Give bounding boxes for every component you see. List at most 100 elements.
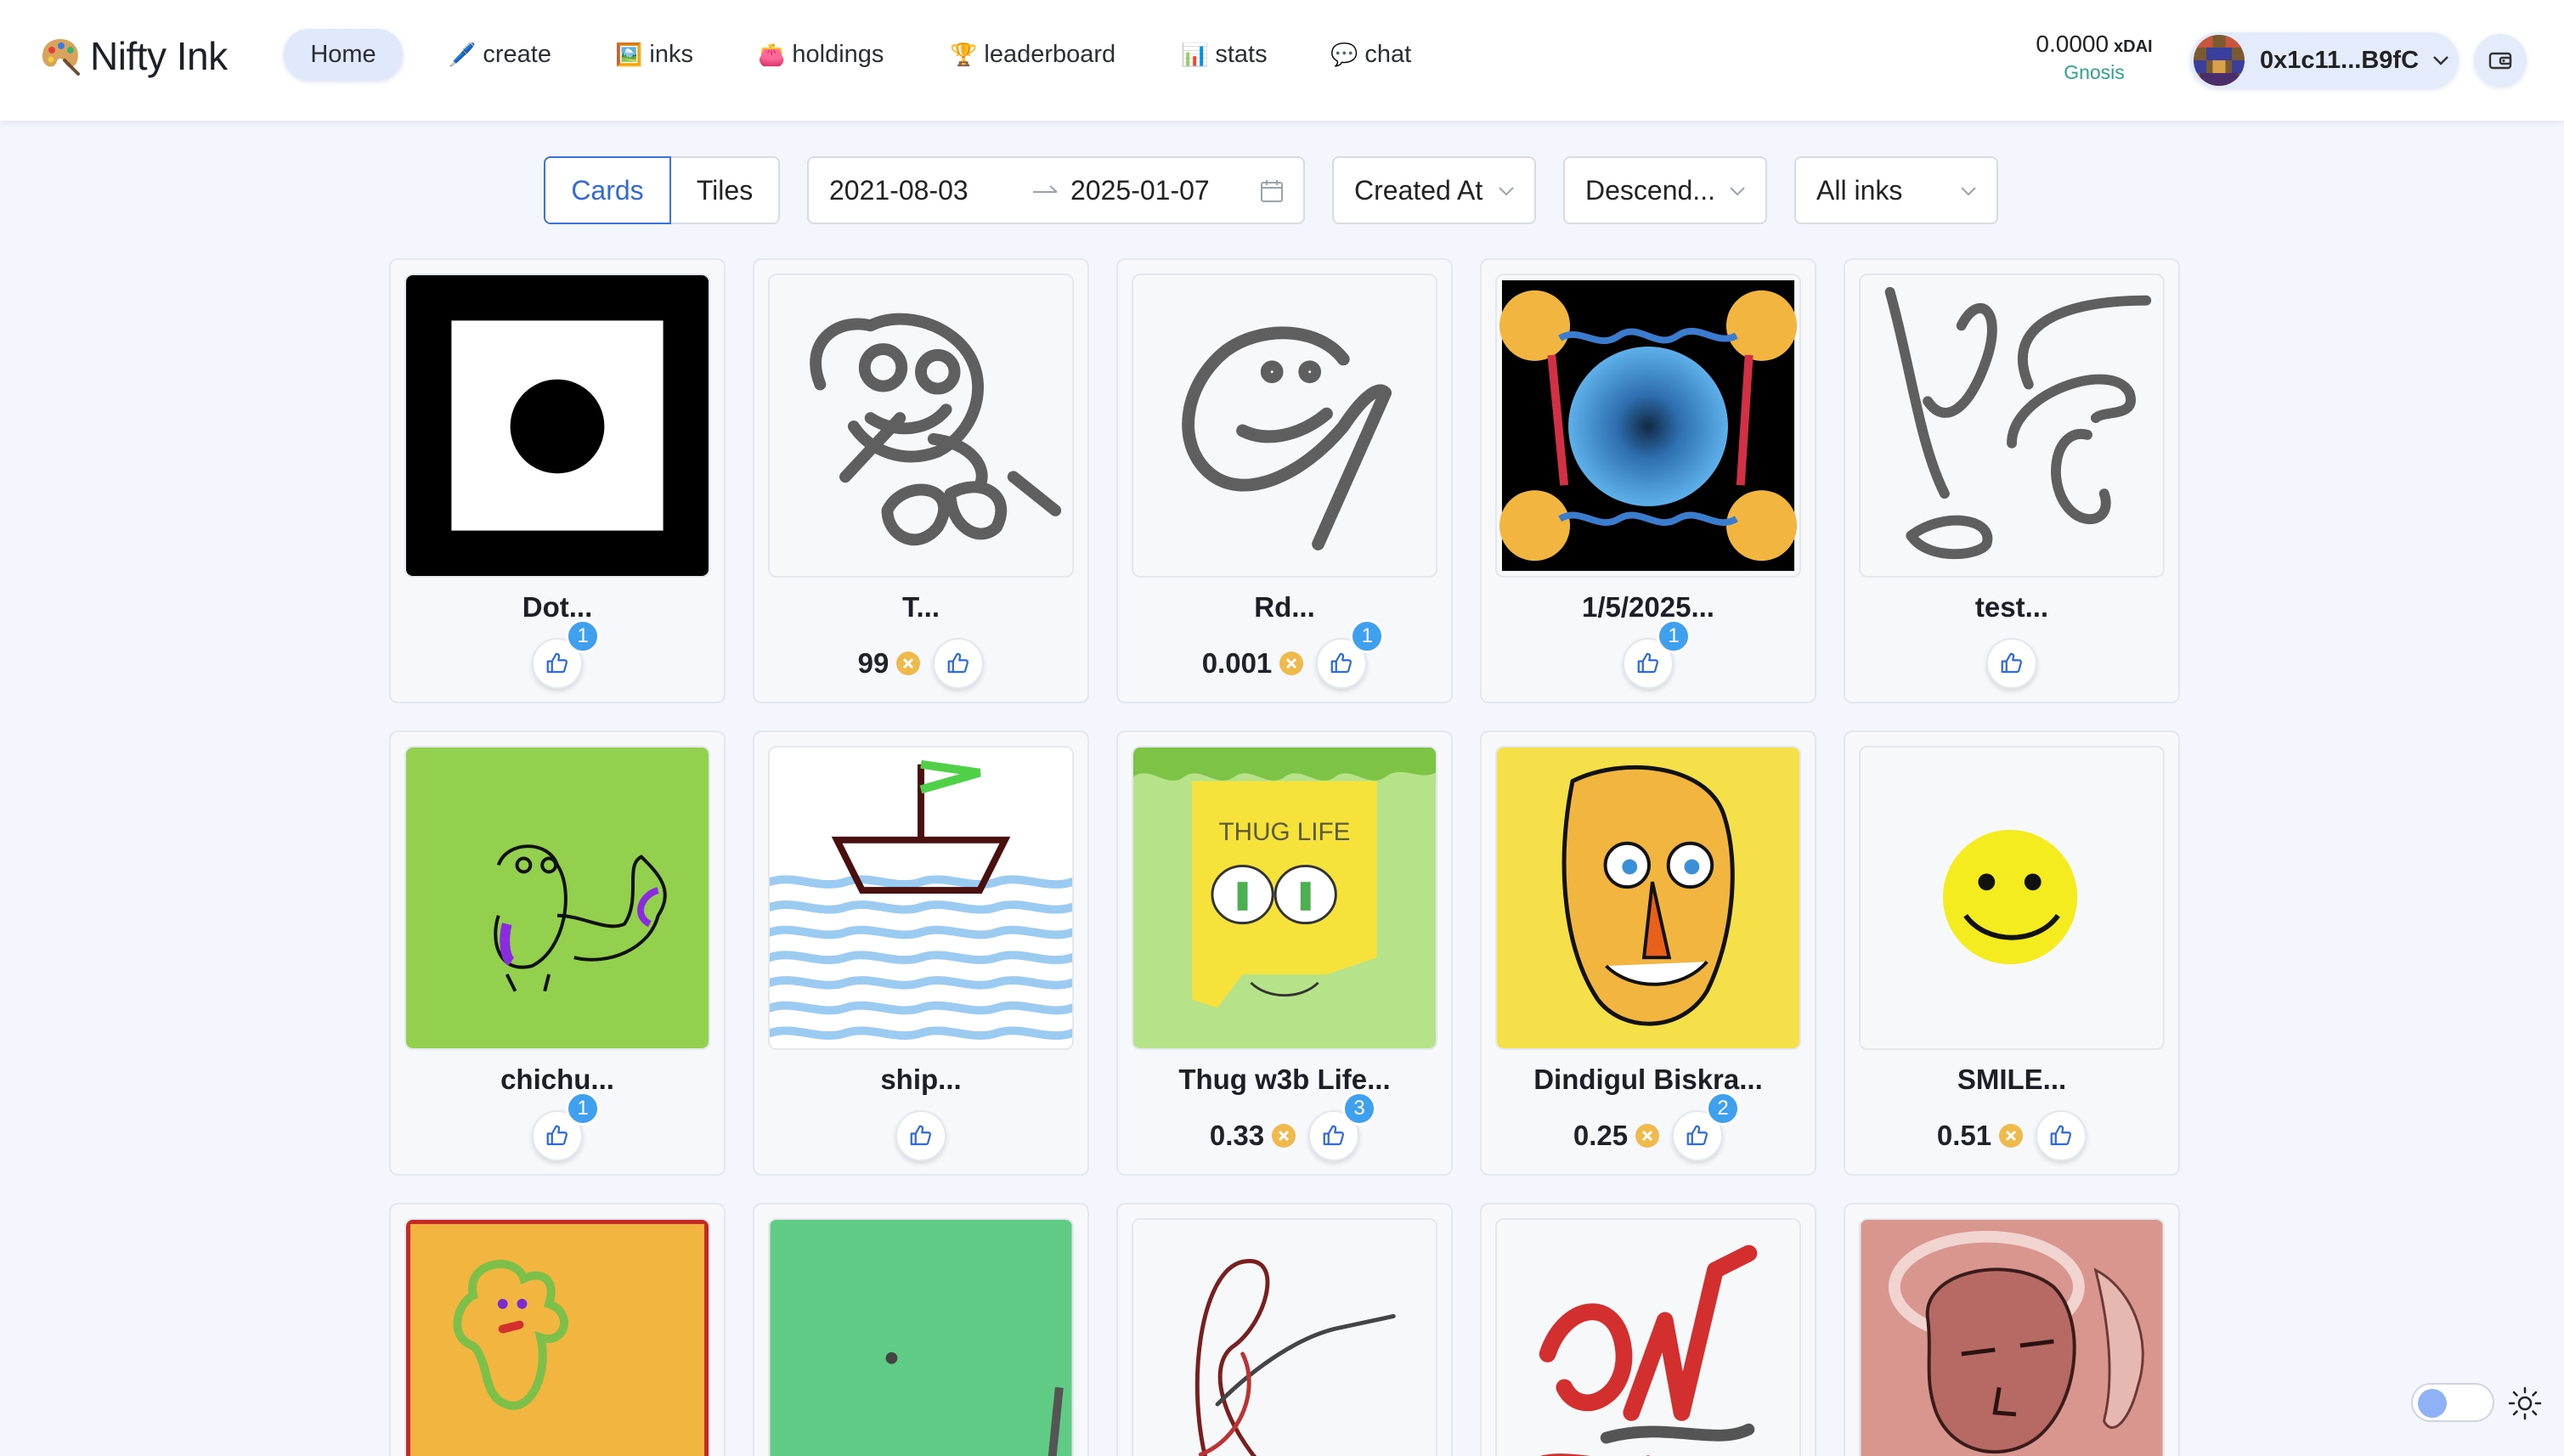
like-button[interactable] (933, 638, 985, 689)
ink-meta: 99 (754, 634, 1087, 693)
network-name: Gnosis (2064, 61, 2125, 83)
like-button[interactable]: 1 (532, 1092, 600, 1161)
nav-create-label: create (483, 40, 551, 68)
ink-card[interactable]: SMILE... 0.51 (1844, 731, 2180, 1176)
app-logo[interactable]: Nifty Ink (39, 31, 228, 82)
nav-leaderboard[interactable]: 🏆 leaderboard (940, 29, 1126, 80)
nav-stats[interactable]: 📊 stats (1171, 29, 1278, 80)
ink-title[interactable]: Thug w3b Life... (1118, 1064, 1451, 1096)
ink-thumbnail[interactable] (1859, 746, 2165, 1050)
chevron-down-icon (2433, 56, 2448, 65)
like-button[interactable]: 1 (1623, 619, 1691, 689)
nav-chat-label: chat (1364, 40, 1412, 68)
top-navbar: Nifty Ink Home 🖊️ create 🖼️ inks 👛 holdi… (0, 0, 2564, 121)
theme-toggle[interactable] (2411, 1383, 2494, 1422)
like-button[interactable]: 3 (1308, 1092, 1377, 1161)
ink-meta: 1 (1482, 619, 1815, 693)
ink-card[interactable]: ship... (753, 731, 1089, 1176)
date-range-picker[interactable]: 2021-08-03 2025-01-07 (807, 156, 1305, 224)
like-button[interactable]: 1 (532, 619, 600, 689)
ink-card[interactable]: THUG LIFE Thug w3b Life... 0.33 3 (1116, 731, 1453, 1176)
sun-icon[interactable] (2506, 1385, 2544, 1422)
ink-title[interactable]: T... (754, 591, 1087, 624)
ink-card[interactable]: test... (1844, 258, 2180, 703)
ink-title[interactable]: Dot... (391, 591, 724, 624)
ink-thumbnail[interactable] (768, 1218, 1074, 1456)
like-button[interactable] (895, 1110, 946, 1161)
like-button[interactable] (1986, 638, 2037, 689)
ink-price: 0.25 (1573, 1120, 1667, 1152)
order-select[interactable]: Descend... (1563, 156, 1767, 224)
ink-thumbnail[interactable] (404, 274, 710, 578)
price-value: 0.33 (1209, 1120, 1265, 1151)
ink-card[interactable] (1844, 1203, 2180, 1456)
like-button[interactable]: 1 (1316, 619, 1385, 689)
nav-holdings[interactable]: 👛 holdings (748, 29, 894, 80)
ink-card[interactable]: Dindigul Biskra... 0.25 2 (1480, 731, 1816, 1176)
balance-amount: 0.0000 (2036, 31, 2109, 57)
nav-inks[interactable]: 🖼️ inks (605, 29, 703, 80)
ink-title[interactable]: test... (1845, 591, 2178, 624)
chevron-down-icon (1961, 187, 1976, 196)
ink-thumbnail[interactable] (1495, 1218, 1801, 1456)
account-address: 0x1c11...B9fC (2260, 46, 2420, 74)
nav-leaderboard-label: leaderboard (984, 40, 1116, 68)
picture-icon: 🖼️ (615, 41, 643, 67)
like-count-badge: 1 (566, 1092, 600, 1126)
nav-create[interactable]: 🖊️ create (438, 29, 562, 80)
ink-card[interactable] (1116, 1203, 1453, 1456)
account-button[interactable]: 0x1c11...B9fC (2190, 32, 2459, 88)
sort-by-select[interactable]: Created At (1332, 156, 1536, 224)
ink-title[interactable]: 1/5/2025... (1482, 591, 1815, 624)
ink-thumbnail[interactable] (1495, 274, 1801, 578)
like-button[interactable]: 2 (1672, 1092, 1741, 1161)
nav-inks-label: inks (649, 40, 693, 68)
view-cards-option[interactable]: Cards (544, 156, 671, 224)
price-value: 0.001 (1201, 647, 1273, 679)
date-to[interactable]: 2025-01-07 (1070, 175, 1210, 206)
pen-icon: 🖊️ (449, 41, 477, 67)
ink-title[interactable]: chichu... (391, 1064, 724, 1096)
price-value: 0.51 (1936, 1120, 1992, 1151)
ink-card[interactable] (389, 1203, 726, 1456)
ink-thumbnail[interactable] (1859, 274, 2165, 578)
ink-thumbnail[interactable] (404, 1218, 710, 1456)
ink-thumbnail[interactable] (1132, 274, 1437, 578)
calendar-icon (1261, 180, 1283, 202)
ink-filter-select[interactable]: All inks (1794, 156, 1998, 224)
ink-title[interactable]: ship... (754, 1064, 1087, 1096)
ink-thumbnail[interactable] (768, 746, 1074, 1050)
ink-title[interactable]: Rd... (1118, 591, 1451, 624)
nav-chat[interactable]: 💬 chat (1320, 29, 1421, 80)
chevron-down-icon (1730, 187, 1745, 196)
bar-chart-icon: 📊 (1181, 41, 1209, 67)
ink-thumbnail[interactable] (404, 746, 710, 1050)
thumbs-up-icon (1686, 1125, 1708, 1146)
ink-title[interactable]: Dindigul Biskra... (1482, 1064, 1815, 1096)
xdai-coin-icon (1279, 652, 1304, 675)
balance-currency: xDAI (2114, 37, 2153, 56)
ink-price: 0.51 (1937, 1120, 2030, 1152)
ink-card[interactable] (1480, 1203, 1816, 1456)
nav-home[interactable]: Home (284, 29, 403, 80)
ink-card[interactable]: Dot... 1 (389, 258, 726, 703)
thumbs-up-icon (947, 652, 969, 674)
date-from[interactable]: 2021-08-03 (829, 175, 969, 206)
ink-thumbnail[interactable] (768, 274, 1074, 578)
wallet-button[interactable] (2474, 34, 2527, 87)
ink-thumbnail[interactable] (1859, 1218, 2165, 1456)
ink-card[interactable]: 1/5/2025... 1 (1480, 258, 1816, 703)
ink-card[interactable]: chichu... 1 (389, 731, 726, 1176)
ink-thumbnail[interactable] (1132, 1218, 1437, 1456)
ink-thumbnail[interactable]: THUG LIFE (1132, 746, 1437, 1050)
ink-card[interactable] (753, 1203, 1089, 1456)
ink-card[interactable]: T... 99 (753, 258, 1089, 703)
ink-thumbnail[interactable] (1495, 746, 1801, 1050)
like-button[interactable] (2036, 1110, 2087, 1161)
xdai-coin-icon (1635, 1124, 1660, 1148)
ink-title[interactable]: SMILE... (1845, 1064, 2178, 1096)
toggle-knob (2418, 1389, 2447, 1418)
view-tiles-option[interactable]: Tiles (669, 156, 780, 224)
ink-card[interactable]: Rd... 0.001 1 (1116, 258, 1453, 703)
xdai-coin-icon (896, 652, 921, 675)
